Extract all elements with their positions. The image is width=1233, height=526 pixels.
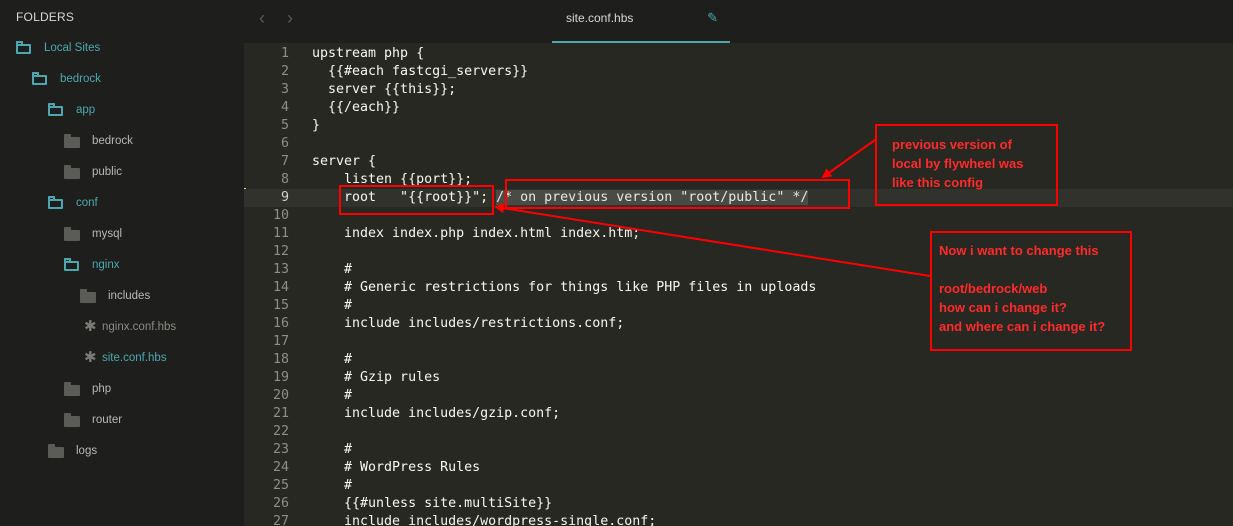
arrow-to-comment: [821, 139, 876, 179]
arrow-to-root: [494, 203, 931, 277]
annotation-arrows: [494, 139, 931, 277]
